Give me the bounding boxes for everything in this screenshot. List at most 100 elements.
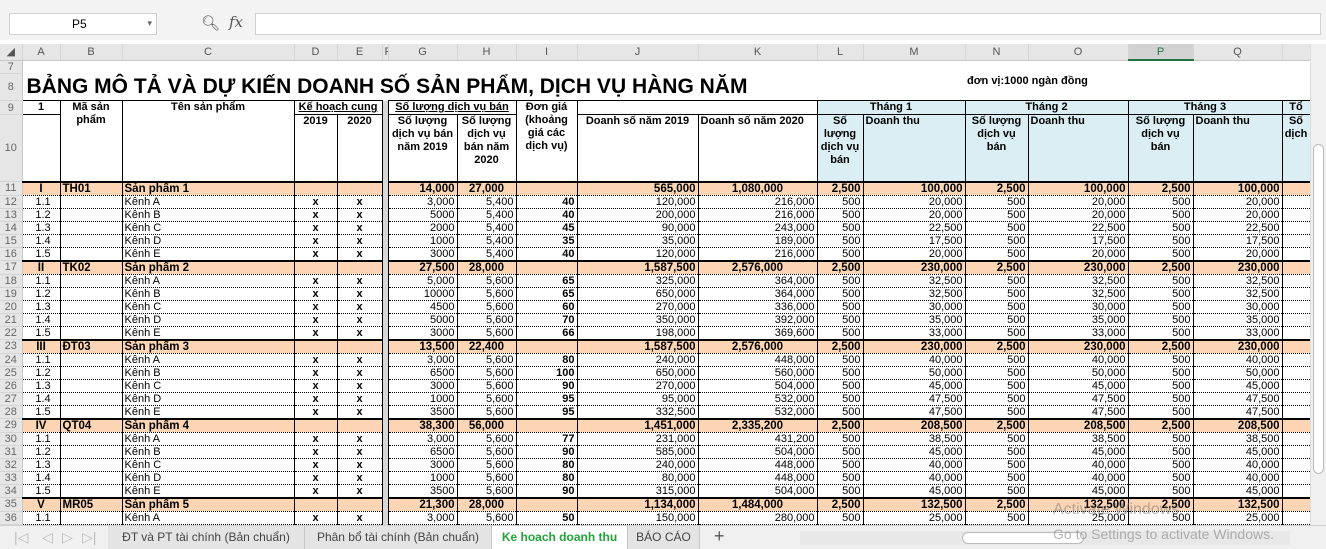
cell-m1-rev[interactable]: 100,000	[862, 180, 966, 196]
row-header[interactable]: 23	[0, 339, 23, 354]
cell-m2-rev[interactable]: 20,000	[1027, 247, 1129, 261]
cell-m3-qty[interactable]: 500	[1127, 392, 1194, 406]
column-header[interactable]: B	[60, 44, 123, 61]
cell-qty-2020[interactable]: 5,600	[456, 379, 517, 393]
cell-qty-2020[interactable]: 5,400	[456, 221, 517, 235]
cell-m2-rev[interactable]: 100,000	[1027, 180, 1129, 196]
column-header[interactable]	[1282, 44, 1310, 61]
cell-name[interactable]: Sản phẩm 2	[121, 259, 295, 275]
cell-code[interactable]	[59, 379, 123, 393]
cell-qty-2019[interactable]: 1000	[387, 234, 458, 248]
cell-m3-rev[interactable]: 33,000	[1192, 326, 1283, 340]
cell-plan-2019[interactable]: x	[293, 313, 338, 327]
cell-stt[interactable]: 1.2	[21, 208, 61, 222]
column-header[interactable]: J	[577, 44, 699, 61]
cell-total[interactable]	[1281, 353, 1310, 367]
cell-m2-rev[interactable]: 230,000	[1027, 259, 1129, 275]
column-header[interactable]: G	[388, 44, 458, 61]
cell-price[interactable]: 50	[515, 511, 578, 525]
cell-m2-qty[interactable]: 500	[964, 484, 1029, 498]
cell-total[interactable]	[1281, 287, 1310, 301]
cell-rev-2019[interactable]: 150,000	[576, 511, 699, 525]
cell-code[interactable]	[59, 484, 123, 498]
cell-m1-rev[interactable]: 35,000	[862, 313, 966, 327]
cell-m3-qty[interactable]: 500	[1127, 313, 1194, 327]
cell-plan-2019[interactable]: x	[293, 195, 338, 209]
cell-m3-rev[interactable]: 47,500	[1192, 405, 1283, 419]
cell-total[interactable]	[1281, 405, 1310, 419]
cell-m2-rev[interactable]: 32,500	[1027, 287, 1129, 301]
cell-plan-2019[interactable]: x	[293, 366, 338, 380]
cell-rev-2019[interactable]: 240,000	[576, 353, 699, 367]
cell-code[interactable]	[59, 195, 123, 209]
cell-stt[interactable]: 1.4	[21, 313, 61, 327]
chevron-down-icon[interactable]: ▾	[147, 18, 152, 29]
cell-total[interactable]	[1281, 208, 1310, 222]
cell-code[interactable]: TK02	[59, 259, 123, 275]
cell-total[interactable]	[1281, 445, 1310, 459]
cell-qty-2020[interactable]: 56,000	[456, 417, 517, 433]
cell-rev-2019[interactable]: 270,000	[576, 300, 699, 314]
cell-plan-2019[interactable]: x	[293, 484, 338, 498]
cell-total[interactable]	[1281, 484, 1310, 498]
cell-rev-2020[interactable]: 189,000	[697, 234, 818, 248]
cell-rev-2019[interactable]: 270,000	[576, 379, 699, 393]
cell-plan-2020[interactable]: x	[336, 300, 383, 314]
cell-m2-qty[interactable]: 500	[964, 445, 1029, 459]
cell-qty-2019[interactable]: 38,300	[387, 417, 458, 433]
cell-plan-2019[interactable]: x	[293, 511, 338, 525]
cell-qty-2019[interactable]: 3,000	[387, 353, 458, 367]
cell-stt[interactable]: 1.3	[21, 458, 61, 472]
cell-stt[interactable]: 1.4	[21, 471, 61, 485]
cell-m3-rev[interactable]: 32,500	[1192, 287, 1283, 301]
cell-price[interactable]: 90	[515, 484, 578, 498]
cell-m1-qty[interactable]: 500	[816, 287, 864, 301]
cell-total[interactable]	[1281, 432, 1310, 446]
cell-total[interactable]	[1281, 379, 1310, 393]
cell-m3-rev[interactable]: 32,500	[1192, 274, 1283, 288]
cell-rev-2019[interactable]: 585,000	[576, 445, 699, 459]
row-header[interactable]: 32	[0, 458, 23, 472]
cell-m2-qty[interactable]: 500	[964, 432, 1029, 446]
cell-code[interactable]	[59, 326, 123, 340]
row-header[interactable]: 25	[0, 366, 23, 380]
cell-plan-2020[interactable]: x	[336, 484, 383, 498]
cell-qty-2019[interactable]: 14,000	[387, 180, 458, 196]
cell-rev-2019[interactable]: 231,000	[576, 432, 699, 446]
cell-m2-qty[interactable]: 2,500	[964, 180, 1029, 196]
formula-input[interactable]	[255, 13, 1321, 35]
cell-total[interactable]	[1281, 417, 1310, 433]
cell-name[interactable]: Sản phẩm 1	[121, 180, 295, 196]
cell-plan-2019[interactable]	[293, 496, 338, 512]
cell-m1-rev[interactable]: 40,000	[862, 471, 966, 485]
cell-m1-rev[interactable]: 45,000	[862, 379, 966, 393]
cell-stt[interactable]: 1.5	[21, 326, 61, 340]
cell-price[interactable]: 95	[515, 405, 578, 419]
cell-m2-qty[interactable]: 500	[964, 195, 1029, 209]
cell-m3-qty[interactable]: 2,500	[1127, 338, 1194, 354]
cell-price[interactable]: 35	[515, 234, 578, 248]
cell-total[interactable]	[1281, 511, 1310, 525]
cell-m3-qty[interactable]: 500	[1127, 195, 1194, 209]
row-header[interactable]: 9	[0, 100, 23, 115]
cell-stt[interactable]: V	[21, 496, 61, 512]
cell-m1-rev[interactable]: 132,500	[862, 496, 966, 512]
cell-rev-2020[interactable]: 243,000	[697, 221, 818, 235]
cell-m3-rev[interactable]: 208,500	[1192, 417, 1283, 433]
cell-m2-qty[interactable]: 500	[964, 405, 1029, 419]
search-icon[interactable]: 🔍︎	[201, 14, 220, 32]
column-header[interactable]: O	[1028, 44, 1129, 61]
cell-m2-rev[interactable]: 47,500	[1027, 405, 1129, 419]
cell-plan-2019[interactable]: x	[293, 392, 338, 406]
column-header[interactable]: A	[22, 44, 61, 61]
cell-m3-qty[interactable]: 500	[1127, 458, 1194, 472]
cell-plan-2019[interactable]: x	[293, 471, 338, 485]
cell-rev-2019[interactable]: 350,000	[576, 313, 699, 327]
cell-code[interactable]	[59, 366, 123, 380]
cell-name[interactable]: Kênh D	[121, 392, 295, 406]
cell-m1-rev[interactable]: 50,000	[862, 366, 966, 380]
cell-m3-qty[interactable]: 500	[1127, 274, 1194, 288]
row-header[interactable]: 12	[0, 195, 23, 209]
cell-m2-qty[interactable]: 500	[964, 471, 1029, 485]
cell-plan-2020[interactable]: x	[336, 287, 383, 301]
